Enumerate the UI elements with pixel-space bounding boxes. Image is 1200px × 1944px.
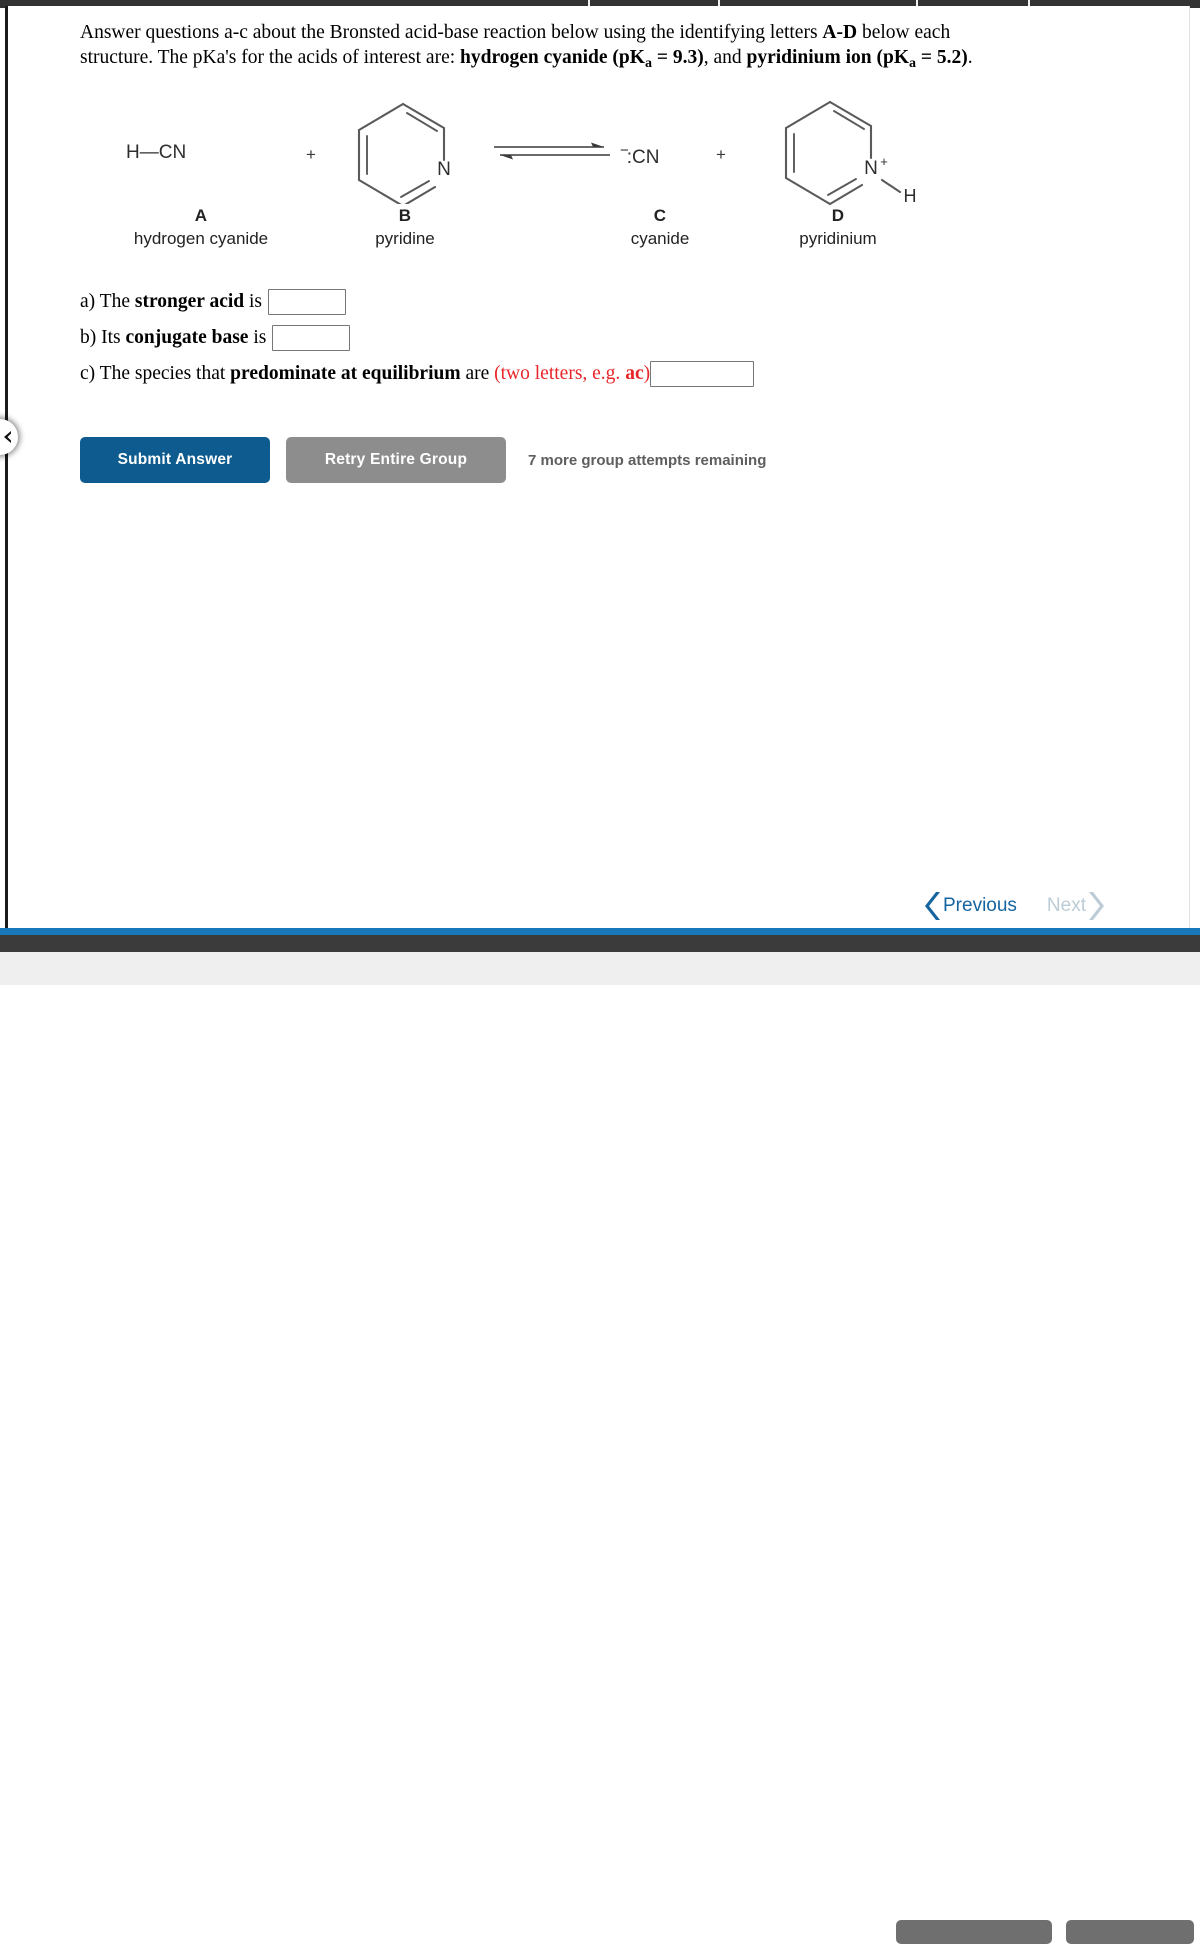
question-b-bold: conjugate base: [125, 327, 249, 348]
question-c-suffix: are: [460, 363, 495, 384]
question-b-suffix: is: [248, 327, 267, 348]
prompt-period: .: [967, 47, 973, 68]
question-row-b: b) Its conjugate base is: [80, 322, 980, 354]
bottom-accent-bar: [0, 928, 1200, 935]
prompt-hcn-pka: hydrogen cyanide (pKa = 9.3): [460, 47, 704, 71]
prompt-line2-conj: , and: [703, 47, 747, 68]
species-d-letter: D: [831, 206, 845, 225]
prompt-line1-part3: below each: [857, 22, 951, 43]
answer-input-a[interactable]: [268, 289, 346, 315]
question-c-hint-bold: ac: [625, 363, 644, 384]
species-c-formula: −:CN: [620, 142, 660, 169]
species-c-letter: C: [653, 206, 667, 225]
pager: Previous Next: [923, 886, 1106, 926]
question-c-bold: predominate at equilibrium: [230, 363, 461, 384]
pyridinium-positive-charge: +: [880, 154, 888, 169]
species-b-letter: B: [398, 206, 412, 225]
species-d-name: pyridinium: [799, 229, 877, 248]
cyanide-formula-text: :CN: [626, 147, 660, 168]
species-a-letter: A: [194, 206, 208, 225]
prompt-hcn-sub: a: [644, 54, 652, 71]
question-b-prefix: b) Its: [80, 327, 126, 348]
partial-button-left[interactable]: [896, 1920, 1052, 1944]
prompt-pyridinium-label: pyridinium ion (pK: [746, 47, 910, 68]
species-d-structure: N + H: [772, 94, 932, 217]
retry-entire-group-button[interactable]: Retry Entire Group: [286, 437, 506, 483]
species-a-labels: A hydrogen cyanide: [86, 206, 316, 249]
species-c-name: cyanide: [630, 229, 690, 248]
species-c-labels: C cyanide: [580, 206, 740, 249]
answer-questions: a) The stronger acid is b) Its conjugate…: [80, 286, 980, 394]
pyridinium-nitrogen-label: N: [864, 158, 878, 179]
chevron-left-icon: [4, 431, 11, 443]
answer-input-b[interactable]: [272, 325, 351, 351]
pyridine-ring-svg: N: [357, 102, 451, 208]
prompt-hcn-value: = 9.3): [651, 47, 704, 68]
pyridinium-hydrogen-label: H: [904, 186, 917, 206]
next-label: Next: [1046, 895, 1086, 916]
question-c-hint: (two letters, e.g. ac): [494, 363, 650, 385]
reaction-scheme: H—CN A hydrogen cyanide + N B pyridine −…: [80, 94, 980, 254]
page-frame: Answer questions a-c about the Bronsted …: [5, 6, 1190, 928]
action-bar: Submit Answer Retry Entire Group 7 more …: [80, 437, 766, 483]
plus-sign-reactants: +: [306, 145, 316, 164]
partial-button-right[interactable]: [1066, 1920, 1194, 1944]
equilibrium-arrows: [492, 134, 612, 175]
plus-sign-products: +: [716, 145, 726, 164]
species-b-structure: N: [345, 94, 465, 209]
prompt-hcn-label: hydrogen cyanide (pK: [460, 47, 645, 68]
bottom-dark-bar: [0, 935, 1200, 952]
species-b-name: pyridine: [375, 229, 435, 248]
question-row-c: c) The species that predominate at equil…: [80, 358, 980, 390]
next-button[interactable]: Next: [1047, 889, 1106, 923]
question-a-suffix: is: [244, 291, 262, 312]
question-prompt: Answer questions a-c about the Bronsted …: [80, 20, 1150, 76]
chevron-left-icon: [925, 892, 940, 920]
question-row-a: a) The stronger acid is: [80, 286, 980, 318]
prompt-pyridinium-pka: pyridinium ion (pKa = 5.2): [746, 47, 968, 71]
previous-label: Previous: [943, 895, 1017, 916]
equilibrium-arrows-svg: [494, 142, 610, 160]
submit-answer-button[interactable]: Submit Answer: [80, 437, 270, 483]
question-content: Answer questions a-c about the Bronsted …: [8, 6, 1193, 926]
answer-input-c[interactable]: [650, 361, 755, 387]
prompt-pyridinium-sub: a: [909, 54, 917, 71]
pyridinium-ring-svg: N + H: [784, 100, 917, 206]
species-d-labels: D pyridinium: [748, 206, 928, 249]
species-a-formula: H—CN: [126, 142, 187, 163]
prompt-pyridinium-value: = 5.2): [916, 47, 968, 68]
attempts-remaining-text: 7 more group attempts remaining: [528, 451, 767, 469]
species-a-name: hydrogen cyanide: [133, 229, 269, 248]
question-a-prefix: a) The: [80, 291, 135, 312]
question-c-prefix: c) The species that: [80, 363, 231, 384]
os-strip: [0, 952, 1200, 1944]
question-c-hint-prefix: (two letters, e.g.: [494, 363, 626, 384]
chevron-right-icon: [1089, 892, 1104, 920]
prompt-letters-ad: A-D: [822, 22, 858, 43]
prompt-line1-part1: Answer questions a-c about the Bronsted …: [80, 22, 823, 43]
species-b-labels: B pyridine: [325, 206, 485, 249]
pyridine-nitrogen-label: N: [437, 159, 451, 180]
previous-button[interactable]: Previous: [923, 889, 1017, 923]
prompt-line2-part1: structure. The pKa's for the acids of in…: [80, 47, 461, 68]
question-a-bold: stronger acid: [134, 291, 245, 312]
